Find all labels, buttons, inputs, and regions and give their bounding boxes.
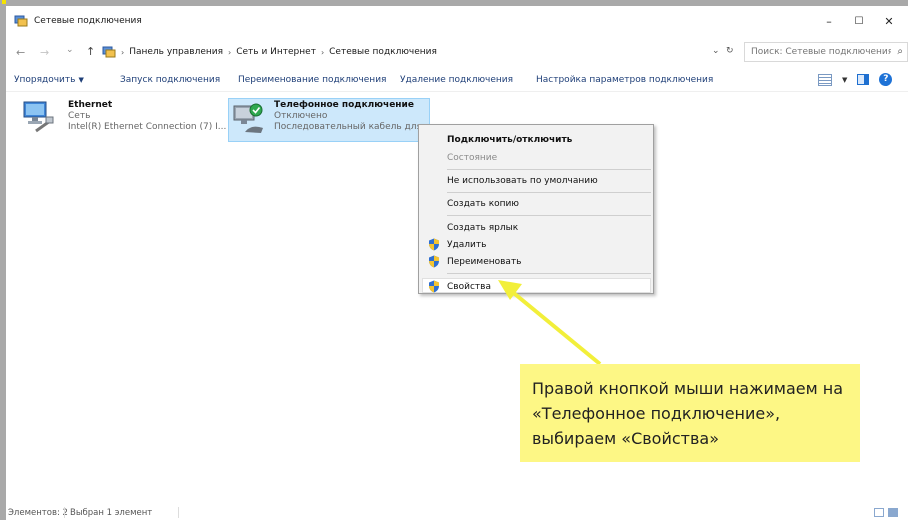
command-bar: Упорядочить ▼ Запуск подключения Переимен… <box>6 70 908 92</box>
search-icon[interactable]: ⌕ <box>897 46 903 57</box>
annotation-callout: Правой кнопкой мыши нажимаем на «Телефон… <box>520 364 860 462</box>
uac-shield-icon <box>429 238 439 251</box>
maximize-button[interactable]: ☐ <box>844 12 874 32</box>
breadcrumb-separator-icon: › <box>228 47 232 57</box>
recent-locations-chevron-icon[interactable]: ⌄ <box>66 45 74 55</box>
item-device: Последовательный кабель для ... <box>274 122 434 132</box>
details-view-icon[interactable] <box>874 508 884 517</box>
status-bar: Элементов: 2 Выбран 1 элемент <box>6 506 908 520</box>
menu-separator <box>447 215 651 216</box>
ethernet-adapter-icon <box>23 101 54 133</box>
callout-text: Правой кнопкой мыши нажимаем на «Телефон… <box>532 379 844 448</box>
window-title: Сетевые подключения <box>34 16 142 26</box>
breadcrumb-control-panel[interactable]: Панель управления <box>129 47 223 57</box>
view-mode-icon[interactable] <box>818 73 832 86</box>
menu-separator <box>447 169 651 170</box>
uac-shield-icon <box>429 255 439 268</box>
menu-item-default[interactable]: Не использовать по умолчанию <box>447 176 598 186</box>
chevron-down-icon: ▼ <box>78 76 84 84</box>
annotation-arrow <box>498 280 602 366</box>
selection-count: Выбран 1 элемент <box>70 508 153 518</box>
refresh-icon[interactable]: ↻ <box>726 46 734 56</box>
explorer-window: Сетевые подключения – ☐ ✕ ← → ⌄ ↑ › Пане… <box>6 6 908 520</box>
breadcrumb-network-internet[interactable]: Сеть и Интернет <box>236 47 316 57</box>
corner-marker <box>2 0 6 4</box>
address-bar: ← → ⌄ ↑ › Панель управления › Сеть и Инт… <box>6 42 908 64</box>
forward-arrow-icon[interactable]: → <box>40 46 49 59</box>
menu-item-copy[interactable]: Создать копию <box>447 199 519 209</box>
large-icons-view-icon[interactable] <box>888 508 898 517</box>
item-status: Отключено <box>274 111 328 121</box>
item-name: Ethernet <box>68 100 113 110</box>
view-mode-chevron-icon[interactable]: ▼ <box>842 76 847 84</box>
breadcrumb-network-connections[interactable]: Сетевые подключения <box>329 47 437 57</box>
connection-settings-button[interactable]: Настройка параметров подключения <box>536 75 713 85</box>
status-view-toggles <box>874 508 898 517</box>
help-icon[interactable]: ? <box>879 73 893 86</box>
context-menu: Подключить/отключить Состояние Не исполь… <box>418 124 654 294</box>
title-bar: Сетевые подключения – ☐ ✕ <box>6 6 908 36</box>
organize-label: Упорядочить <box>14 75 76 85</box>
connection-item-ethernet[interactable]: Ethernet Сеть Intel(R) Ethernet Connecti… <box>20 99 226 143</box>
rename-connection-button[interactable]: Переименование подключения <box>238 75 386 85</box>
close-button[interactable]: ✕ <box>874 12 904 32</box>
organize-button[interactable]: Упорядочить ▼ <box>14 75 84 85</box>
control-panel-icon <box>102 46 116 58</box>
status-separator <box>64 507 65 518</box>
minimize-button[interactable]: – <box>814 12 844 32</box>
back-arrow-icon[interactable]: ← <box>16 46 25 59</box>
item-count: Элементов: 2 <box>8 508 68 518</box>
menu-item-state[interactable]: Состояние <box>447 153 497 163</box>
menu-item-shortcut[interactable]: Создать ярлык <box>447 223 518 233</box>
status-separator <box>178 507 179 518</box>
uac-shield-icon <box>429 280 439 293</box>
menu-item-rename[interactable]: Переименовать <box>447 257 522 267</box>
breadcrumb-separator-icon: › <box>320 47 325 57</box>
search-box[interactable]: ⌕ <box>744 42 908 62</box>
up-arrow-icon[interactable]: ↑ <box>86 45 95 58</box>
breadcrumb: › Панель управления › Сеть и Интернет › … <box>102 42 437 62</box>
item-status: Сеть <box>68 111 91 121</box>
menu-item-delete[interactable]: Удалить <box>447 240 486 250</box>
view-controls: ▼ ? <box>818 73 893 86</box>
network-connections-icon <box>14 15 28 27</box>
delete-connection-button[interactable]: Удаление подключения <box>400 75 513 85</box>
menu-item-properties[interactable]: Свойства <box>447 282 491 292</box>
address-dropdown-icon[interactable]: ⌄ <box>712 46 720 56</box>
breadcrumb-separator-icon: › <box>121 47 125 57</box>
menu-item-connect[interactable]: Подключить/отключить <box>447 135 572 145</box>
item-device: Intel(R) Ethernet Connection (7) I... <box>68 122 227 132</box>
preview-pane-icon[interactable] <box>857 74 870 85</box>
search-input[interactable] <box>751 47 891 57</box>
start-connection-button[interactable]: Запуск подключения <box>120 75 220 85</box>
connection-item-dialup[interactable]: Телефонное подключение Отключено Последо… <box>228 98 434 142</box>
menu-separator <box>447 192 651 193</box>
dialup-connection-icon <box>233 103 263 133</box>
item-name: Телефонное подключение <box>274 100 414 110</box>
